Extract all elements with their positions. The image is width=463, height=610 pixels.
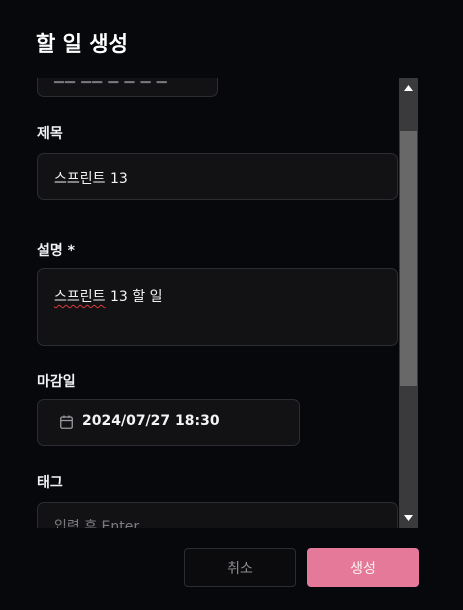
arrow-up-icon [404, 85, 413, 91]
previous-field-partial[interactable]: ▁▁ ▁▁ ▁ ▁ ▁ ▁ [37, 78, 218, 97]
description-value: 스프린트 13 할 일 [54, 286, 162, 306]
due-date-label: 마감일 [37, 374, 76, 390]
create-button[interactable]: 생성 [307, 548, 419, 587]
tags-placeholder: 입력 후 Enter [54, 519, 140, 528]
scrollbar-thumb[interactable] [400, 131, 417, 386]
vertical-scrollbar[interactable] [399, 78, 418, 528]
tags-input[interactable]: 입력 후 Enter [37, 502, 398, 528]
previous-field-text: ▁▁ ▁▁ ▁ ▁ ▁ ▁ [54, 78, 168, 84]
scroll-up-button[interactable] [399, 78, 418, 98]
scroll-down-button[interactable] [399, 508, 418, 528]
description-value-rest: 13 할 일 [105, 289, 163, 305]
misspelled-word[interactable]: 스프린트 [54, 289, 106, 305]
title-input[interactable]: 스프린트 13 [37, 153, 398, 200]
title-input-value: 스프린트 13 [54, 171, 128, 187]
due-date-value: 2024/07/27 18:30 [82, 413, 220, 429]
description-textarea[interactable]: 스프린트 13 할 일 [37, 268, 398, 346]
dialog-title: 할 일 생성 [36, 32, 128, 56]
tags-label: 태그 [37, 475, 63, 491]
arrow-down-icon [404, 515, 413, 521]
due-date-picker[interactable]: 2024/07/27 18:30 [37, 399, 300, 446]
calendar-icon [60, 415, 73, 429]
title-label: 제목 [37, 126, 63, 142]
form-scroll-area: ▁▁ ▁▁ ▁ ▁ ▁ ▁ 제목 스프린트 13 설명 * 스프린트 13 할 … [0, 78, 420, 528]
cancel-button[interactable]: 취소 [184, 548, 296, 587]
description-label: 설명 * [37, 243, 75, 259]
